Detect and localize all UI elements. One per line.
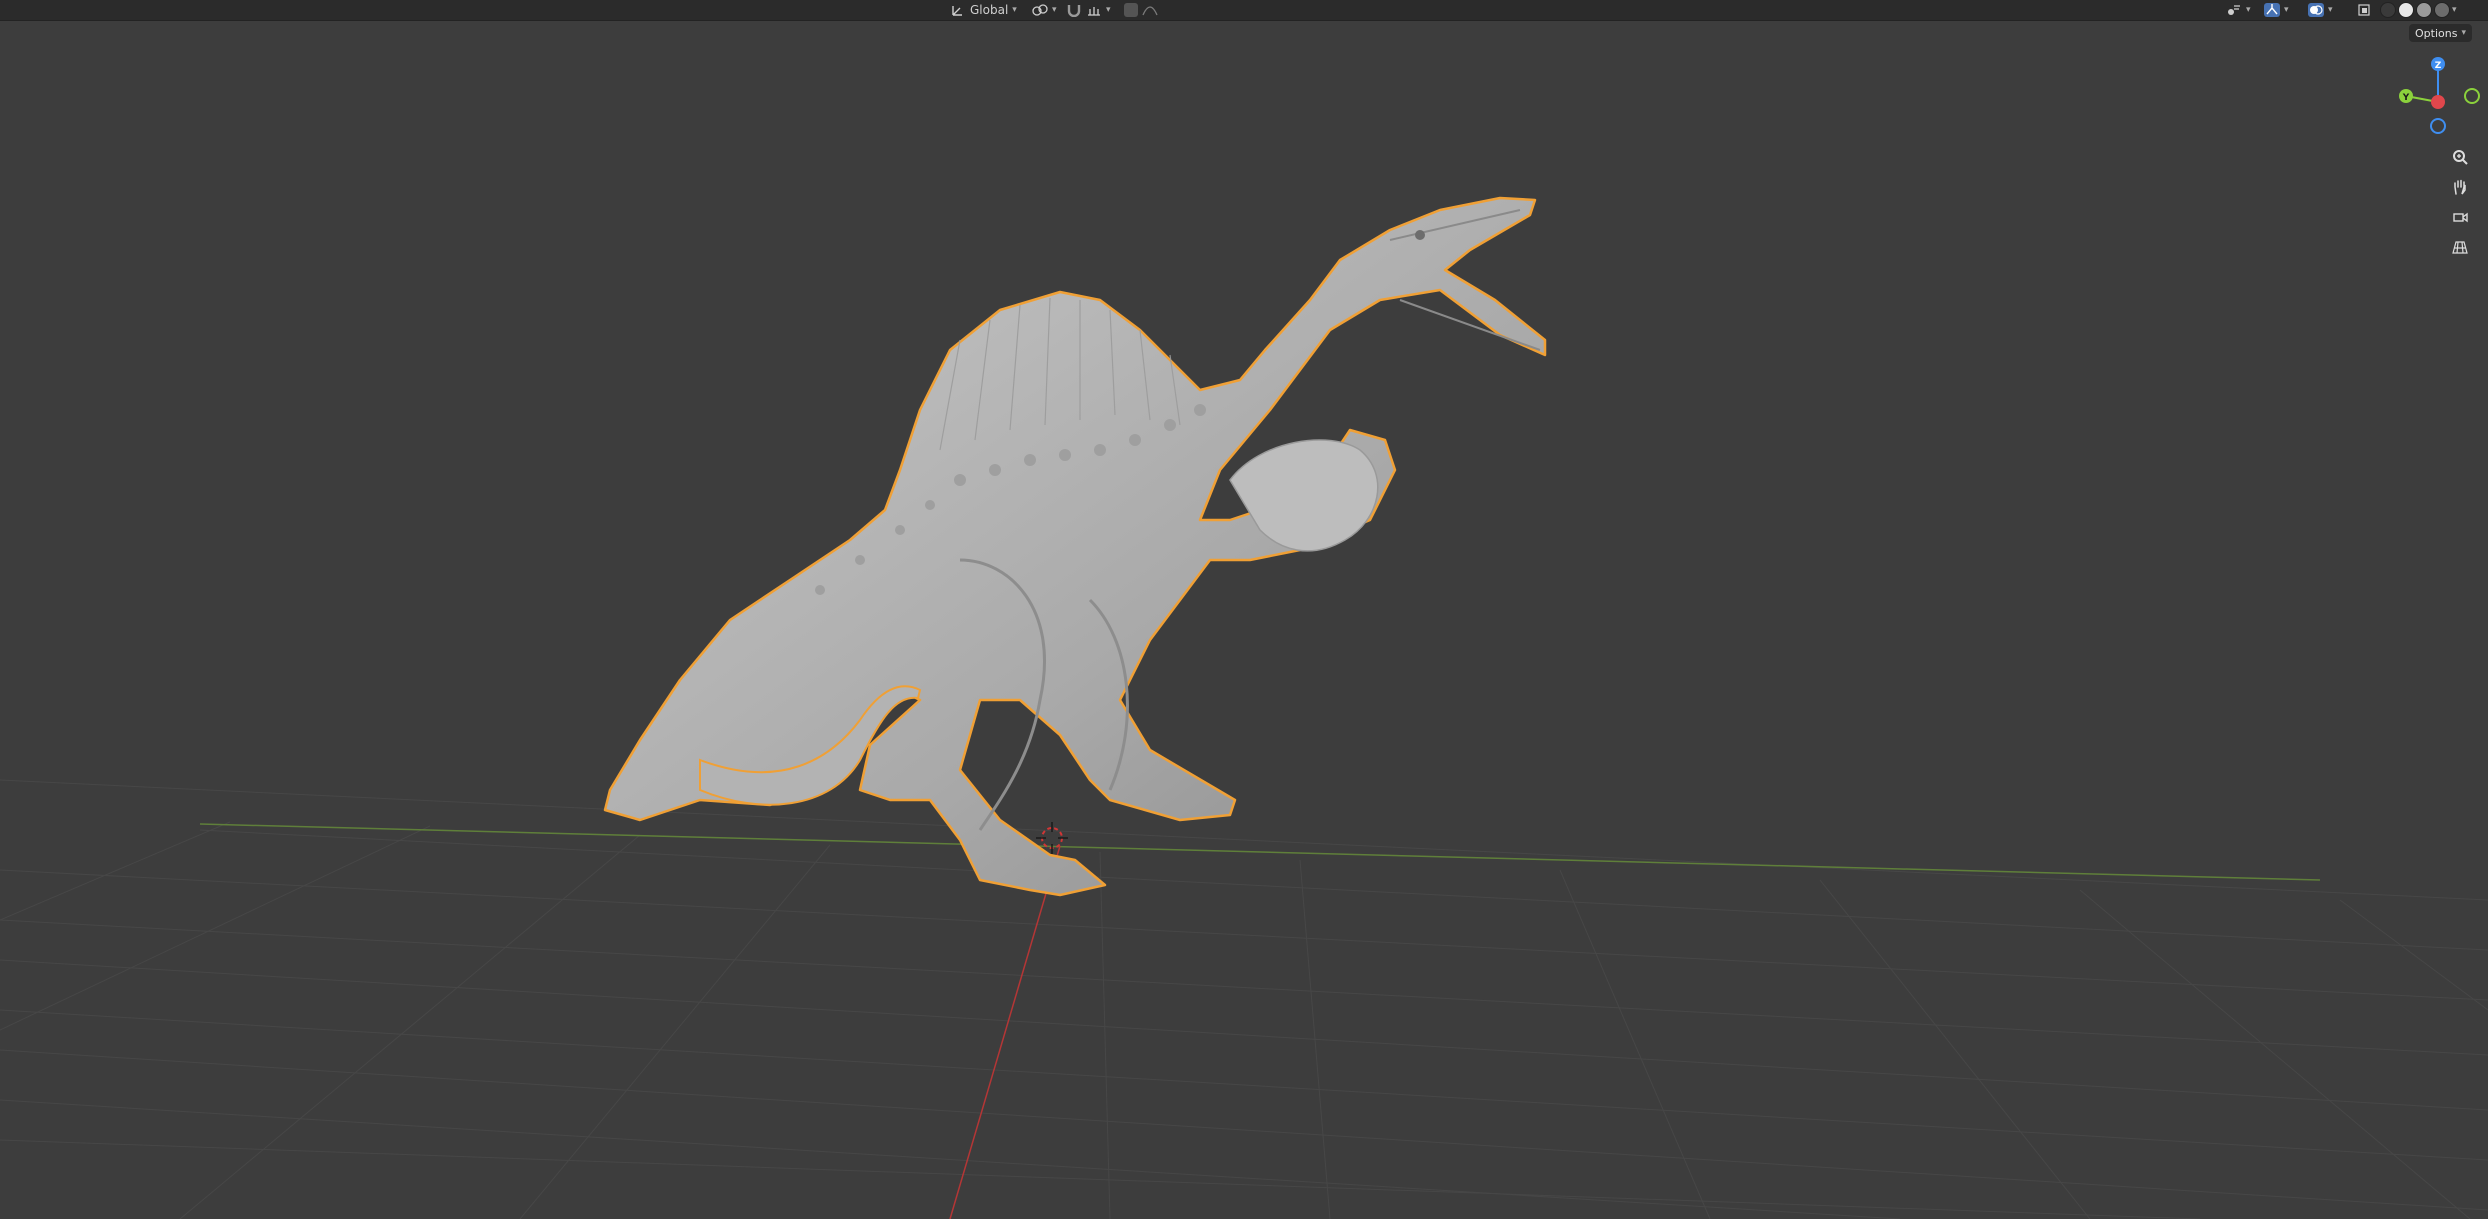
zoom-icon[interactable] — [2448, 144, 2472, 170]
z-axis-label: Z — [2435, 61, 2442, 71]
navigation-gizmo[interactable]: Z Y — [2398, 50, 2488, 140]
3d-viewport[interactable] — [0, 0, 2488, 1219]
navigation-tools — [2448, 144, 2472, 260]
x-axis-ball[interactable] — [2431, 95, 2445, 109]
y-axis-line — [199, 823, 2321, 881]
floor-grid — [0, 779, 2488, 1219]
perspective-grid-icon[interactable] — [2448, 234, 2472, 260]
neg-z-axis-ball[interactable] — [2430, 118, 2446, 134]
camera-view-icon[interactable] — [2448, 204, 2472, 230]
spinosaurus-model[interactable] — [603, 196, 1547, 897]
pan-hand-icon[interactable] — [2448, 174, 2472, 200]
y-axis-label: Y — [2402, 93, 2410, 103]
neg-y-axis-ball[interactable] — [2464, 88, 2480, 104]
